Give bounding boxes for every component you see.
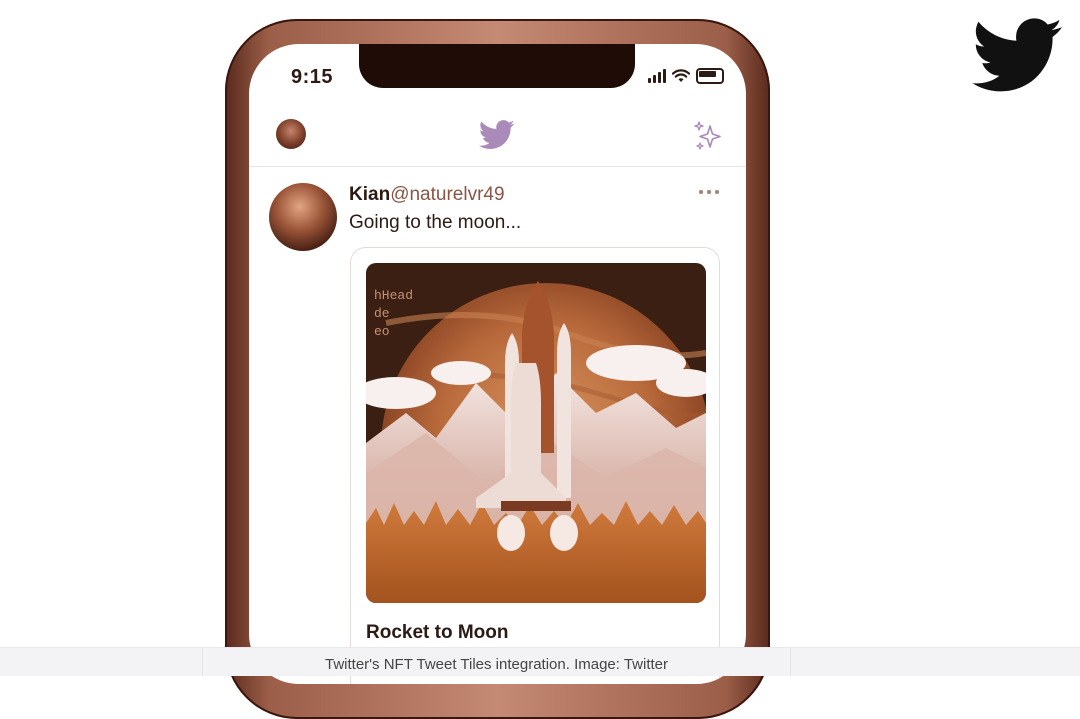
- signal-icon: [648, 69, 666, 83]
- status-time: 9:15: [291, 66, 334, 88]
- sparkle-icon[interactable]: [692, 120, 724, 152]
- phone-screen: 9:15 Kian@naturelvr49 Going to the moon.…: [249, 44, 746, 684]
- tweet-text: Going to the moon...: [349, 212, 522, 233]
- code-text-line: de: [374, 306, 390, 321]
- status-icons: [648, 68, 724, 84]
- code-text-line: hHead: [374, 288, 413, 303]
- tweet-avatar[interactable]: [269, 183, 337, 251]
- avatar[interactable]: [276, 119, 306, 149]
- caption-box: Twitter's NFT Tweet Tiles integration. I…: [202, 648, 791, 676]
- app-header: [249, 116, 746, 167]
- wifi-icon: [672, 69, 690, 82]
- phone-notch: [359, 44, 635, 88]
- more-dots-icon[interactable]: [699, 190, 719, 194]
- code-text-line: eo: [374, 324, 390, 339]
- nft-card-title[interactable]: Rocket to Moon: [366, 622, 509, 644]
- nft-card[interactable]: hHead de eo Rocket to Moon: [350, 247, 720, 684]
- tweet-author-handle[interactable]: @naturelvr49: [390, 184, 504, 205]
- image-caption: Twitter's NFT Tweet Tiles integration. I…: [325, 656, 668, 673]
- caption-bar: Twitter's NFT Tweet Tiles integration. I…: [0, 647, 1080, 676]
- tweet-header: Kian@naturelvr49: [349, 184, 505, 206]
- battery-icon: [696, 68, 724, 84]
- rocket-launch-nft-image[interactable]: hHead de eo: [366, 263, 706, 603]
- tweet-author-name[interactable]: Kian: [349, 184, 390, 205]
- twitter-bird-icon[interactable]: [479, 120, 515, 150]
- twitter-bird-icon: [972, 18, 1063, 92]
